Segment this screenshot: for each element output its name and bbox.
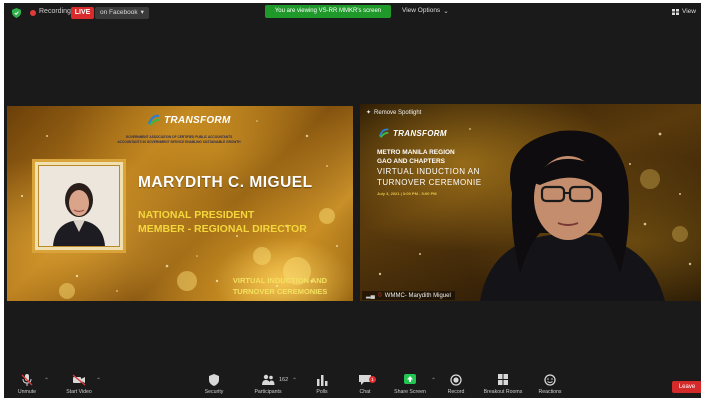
security-button[interactable]: Security [190,374,238,395]
reactions-label: Reactions [538,389,562,395]
slide-event-title: VIRTUAL INDUCTION AND TURNOVER CEREMONIE… [217,275,343,297]
share-screen-label: Share Screen [394,389,426,395]
chevron-down-icon: ▾ [140,9,144,16]
mic-muted-icon: ⦸ [377,292,382,298]
honoree-name: MARYDITH C. MIGUEL [138,174,313,191]
participants-label: Participants [254,389,282,395]
signal-bars-icon: ▂▄ [366,293,375,299]
recording-label[interactable]: Recording [39,8,71,15]
unmute-label: Unmute [17,389,37,395]
participants-icon [262,374,275,385]
slide-tagline-line: ACCOUNTANTS IN GOVERNMENT SERVICE ENABLI… [117,140,241,144]
portrait-frame [32,159,126,253]
slide-tagline: GOVERNMENT ASSOCIATION OF CERTIFIED PUBL… [54,135,304,145]
slide-logo-text: TRANSFORM [164,114,231,126]
video-off-icon [72,374,86,386]
chevron-down-icon: ⌄ [443,8,449,15]
record-icon [450,374,462,386]
participant-name-tag: ▂▄ ⦸ WMMC- Marydith Miguel [362,291,455,300]
live-badge[interactable]: LIVE [71,7,94,19]
chat-label: Chat [359,389,371,395]
polls-label: Polls [316,389,328,395]
zoom-meeting-window: Recording LIVE on Facebook ▾ You are vie… [4,3,701,398]
security-label: Security [204,389,224,395]
leave-button[interactable]: Leave [672,381,701,393]
remove-spotlight-label: Remove Spotlight [374,109,422,116]
screen-share-banner-text: You are viewing VS-RR MMKR's screen [274,8,382,14]
shield-icon [209,374,219,386]
video-bg-line-2: GAO AND CHAPTERS [377,158,446,165]
share-screen-icon [404,374,416,384]
reactions-button[interactable]: Reactions [526,374,574,395]
video-bg-date: July 3, 2021 | 3:00 PM - 5:00 PM [377,191,437,196]
honoree-title-line-2: MEMBER - REGIONAL DIRECTOR [138,223,307,235]
view-options-dropdown[interactable]: View Options ⌄ [402,7,449,15]
mic-muted-icon [21,374,33,386]
breakout-rooms-label: Breakout Rooms [483,389,523,395]
video-bg-line-1: METRO MANILA REGION [377,149,455,156]
recording-dot-icon [30,10,36,16]
reactions-icon [544,374,556,386]
slide-event-line-1: VIRTUAL INDUCTION AND [232,276,328,285]
chat-button[interactable]: Chat [341,374,389,395]
participants-options-caret[interactable]: ⌃ [292,377,297,384]
video-bg-logo-text: TRANSFORM [393,128,447,138]
participant-video-feed [480,130,665,301]
participant-name: WMMC- Marydith Miguel [384,292,451,299]
start-video-label: Start Video [66,389,92,395]
record-label: Record [447,389,465,395]
video-options-caret[interactable]: ⌃ [96,377,101,384]
encryption-shield-icon[interactable] [12,8,21,18]
share-screen-button[interactable]: Share Screen [386,374,434,395]
video-bg-logo: TRANSFORM [378,127,447,139]
portrait-photo [38,165,120,247]
spotlight-icon: ✦ [366,110,372,116]
slide-logo: TRANSFORM [147,113,231,127]
polls-button[interactable]: Polls [298,374,346,395]
participants-count: 162 [279,377,289,383]
view-label: View [682,8,696,15]
slide-event-line-2: TURNOVER CEREMONIES [232,287,328,296]
meeting-top-bar: Recording LIVE on Facebook ▾ You are vie… [4,3,701,23]
record-button[interactable]: Record [432,374,480,395]
view-button[interactable]: View [672,8,696,15]
breakout-rooms-icon [498,374,508,385]
polls-icon [317,375,328,386]
view-options-label: View Options [402,7,441,14]
portrait-image [39,166,119,246]
audio-options-caret[interactable]: ⌃ [44,377,49,384]
transform-logo-icon [147,114,160,126]
transform-logo-icon [378,128,389,138]
honoree-title-line-1: NATIONAL PRESIDENT [138,209,255,221]
remove-spotlight-button[interactable]: ✦ Remove Spotlight [366,109,422,117]
grid-view-icon [672,8,680,15]
live-stream-label: on Facebook [100,9,138,16]
live-stream-dropdown[interactable]: on Facebook ▾ [95,7,149,19]
breakout-rooms-button[interactable]: Breakout Rooms [479,374,527,395]
chat-unread-badge: 1 [369,376,376,383]
screen-share-banner: You are viewing VS-RR MMKR's screen [265,5,391,18]
